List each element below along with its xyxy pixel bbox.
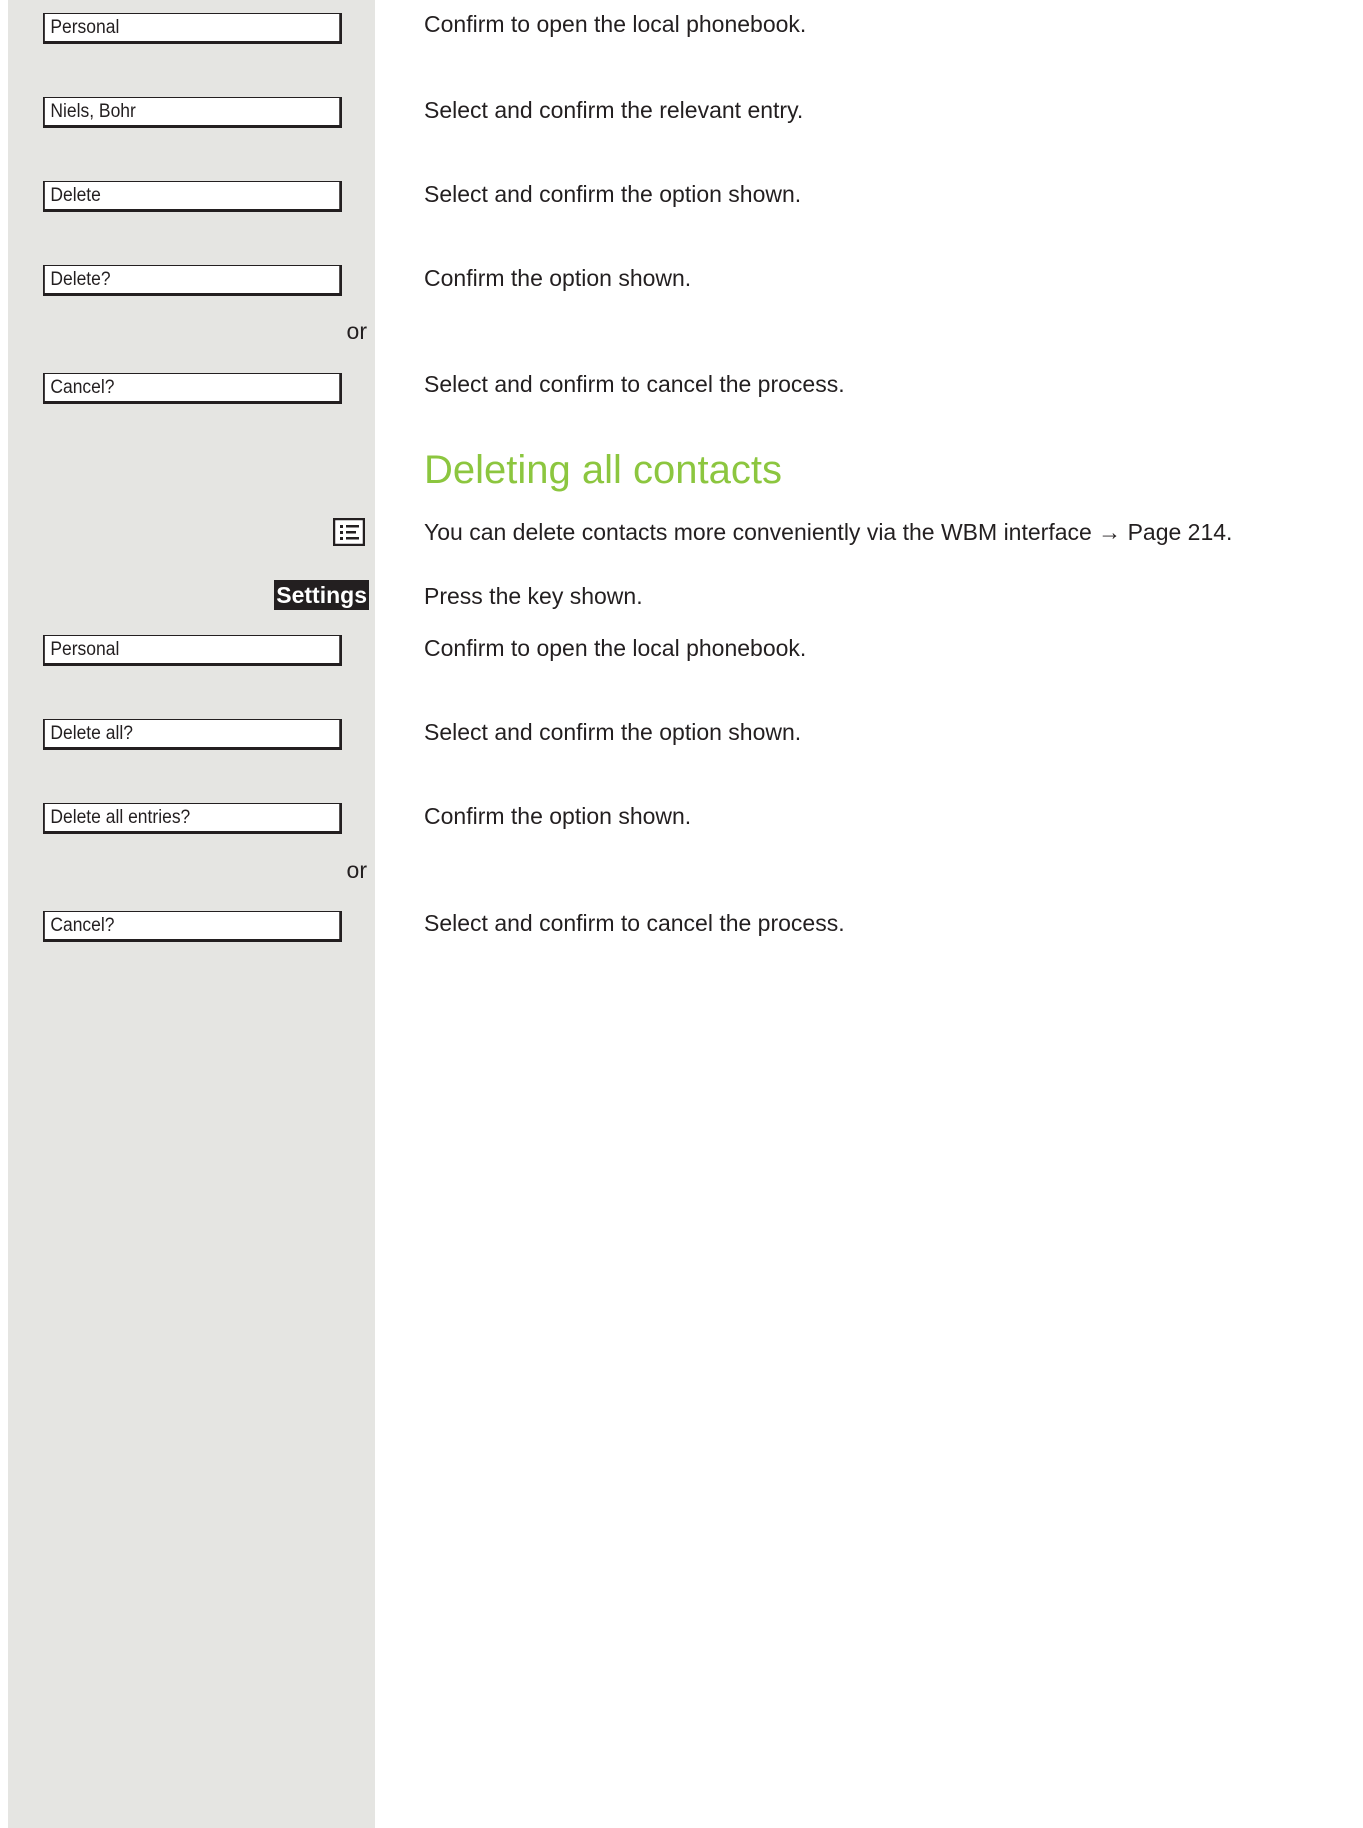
- step-text: Confirm the option shown.: [424, 265, 692, 291]
- display-option-delete-confirm: Delete?: [43, 265, 342, 296]
- display-option-personal: Personal: [43, 13, 342, 44]
- display-option-personal: Personal: [43, 635, 342, 666]
- display-option-cancel: Cancel?: [43, 373, 342, 404]
- settings-key-label: Settings: [274, 580, 369, 610]
- note-text: You can delete contacts more convenientl…: [424, 519, 1233, 545]
- display-option-delete: Delete: [43, 181, 342, 212]
- step-text: Select and confirm the option shown.: [424, 181, 802, 207]
- display-option-delete-all: Delete all?: [43, 719, 342, 750]
- step-text: Select and confirm to cancel the process…: [424, 371, 845, 397]
- step-text: Confirm to open the local phonebook.: [424, 11, 807, 37]
- or-label: or: [346, 318, 367, 344]
- display-option-cancel: Cancel?: [43, 911, 342, 942]
- step-text: Confirm to open the local phonebook.: [424, 635, 807, 661]
- step-text: Confirm the option shown.: [424, 803, 692, 829]
- list-icon: [332, 517, 366, 547]
- step-text: Select and confirm the option shown.: [424, 719, 802, 745]
- step-text: Press the key shown.: [424, 583, 643, 609]
- step-text: Select and confirm the relevant entry.: [424, 97, 804, 123]
- or-label: or: [346, 857, 367, 883]
- step-text: Select and confirm to cancel the process…: [424, 910, 845, 936]
- display-option-entry: Niels, Bohr: [43, 97, 342, 128]
- display-option-delete-all-entries: Delete all entries?: [43, 803, 342, 834]
- section-heading: Deleting all contacts: [424, 448, 782, 492]
